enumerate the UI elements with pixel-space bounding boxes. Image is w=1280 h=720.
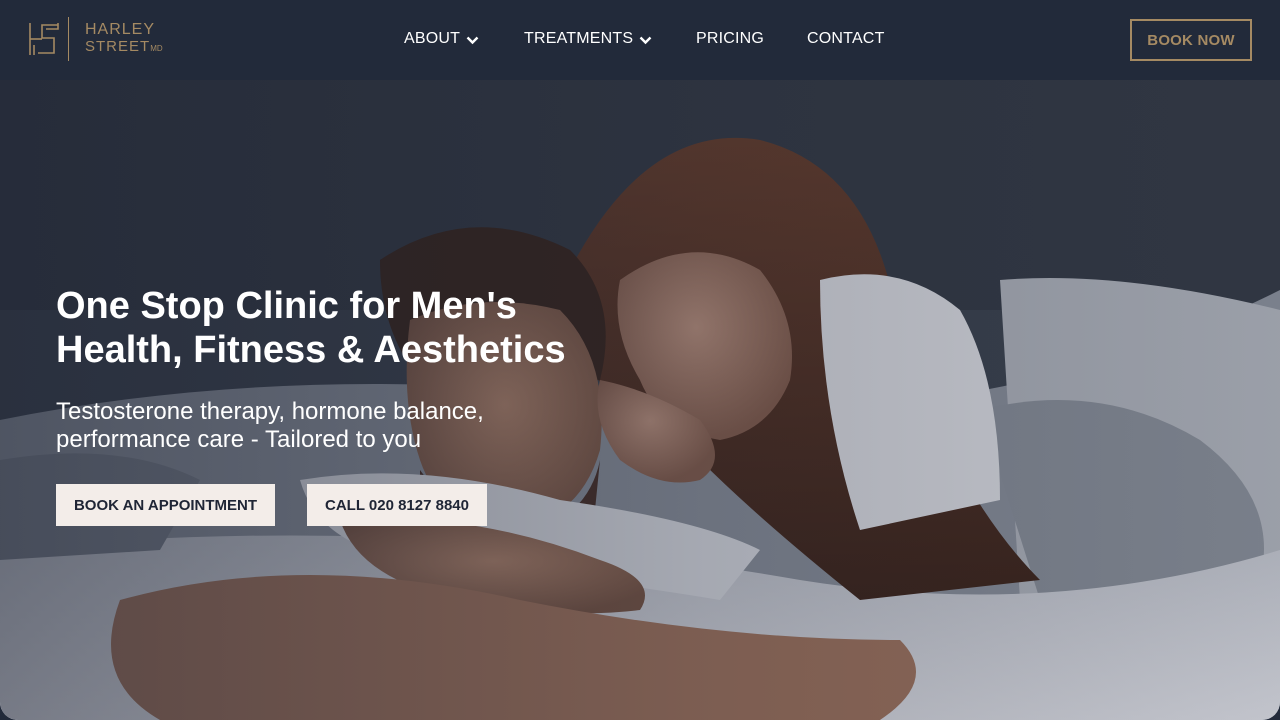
logo-divider — [68, 17, 69, 61]
logo-line-2: STREETMD — [85, 38, 163, 57]
nav-item-about[interactable]: ABOUT — [404, 28, 479, 50]
nav-item-pricing-label: PRICING — [696, 30, 765, 47]
site-logo[interactable]: HARLEY STREETMD — [28, 17, 163, 61]
logo-line-1: HARLEY — [85, 21, 156, 38]
nav-item-contact[interactable]: CONTACT — [807, 28, 885, 50]
hero-section: One Stop Clinic for Men's Health, Fitnes… — [0, 80, 1280, 720]
hero-subtitle-line-1: Testosterone therapy, hormone balance, — [56, 398, 484, 425]
chevron-down-icon — [466, 36, 479, 44]
logo-wordmark: HARLEY STREETMD — [85, 21, 163, 57]
hero-title-line-1: One Stop Clinic for Men's — [56, 285, 517, 327]
chevron-down-icon — [639, 36, 652, 44]
hero-title-line-2: Health, Fitness & Aesthetics — [56, 329, 566, 371]
nav-item-pricing[interactable]: PRICING — [696, 28, 764, 50]
call-phone-button[interactable]: CALL 020 8127 8840 — [307, 484, 487, 526]
hero-subtitle: Testosterone therapy, hormone balance, p… — [56, 398, 616, 454]
nav-item-contact-label: CONTACT — [807, 30, 885, 47]
nav-item-treatments-label: TREATMENTS — [524, 30, 634, 47]
hs-monogram-icon — [29, 23, 59, 55]
book-appointment-button[interactable]: BOOK AN APPOINTMENT — [56, 484, 275, 526]
hero-subtitle-line-2: performance care - Tailored to you — [56, 426, 422, 453]
hero-title: One Stop Clinic for Men's Health, Fitnes… — [56, 284, 676, 372]
nav-item-treatments[interactable]: TREATMENTS — [524, 28, 652, 50]
nav-item-about-label: ABOUT — [404, 30, 461, 47]
logo-line-2-text: STREET — [85, 38, 151, 55]
book-now-button[interactable]: BOOK NOW — [1130, 19, 1252, 61]
logo-suffix: MD — [150, 44, 163, 53]
top-navbar: HARLEY STREETMD ABOUT TREATMENTS PRICING… — [0, 0, 1280, 80]
